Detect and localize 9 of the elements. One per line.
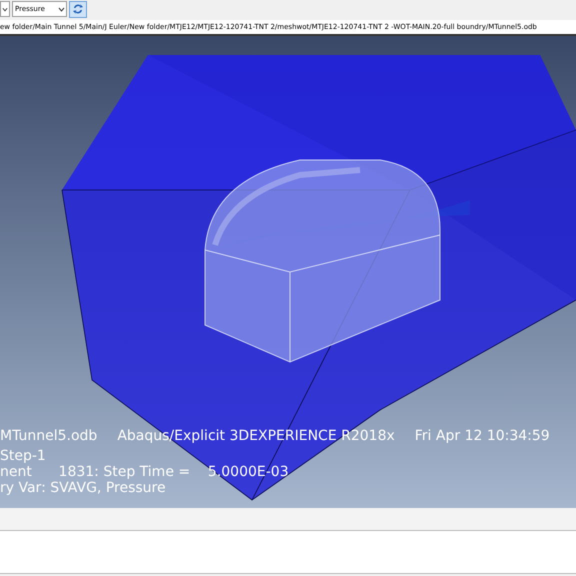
- refresh-icon: [71, 2, 85, 16]
- refresh-button[interactable]: [69, 0, 87, 18]
- dropdown[interactable]: [0, 1, 10, 17]
- caret-icon: [2, 6, 8, 12]
- viewport-title-text: MTunnel5.odb: [0, 428, 98, 444]
- viewport-title-text: Fri Apr 12 10:34:59: [414, 428, 550, 444]
- viewport-info-text: Step-1: [0, 448, 47, 464]
- caret-icon: [58, 6, 65, 12]
- viewport-info-text: ry Var: SVAVG, Pressure: [0, 480, 167, 496]
